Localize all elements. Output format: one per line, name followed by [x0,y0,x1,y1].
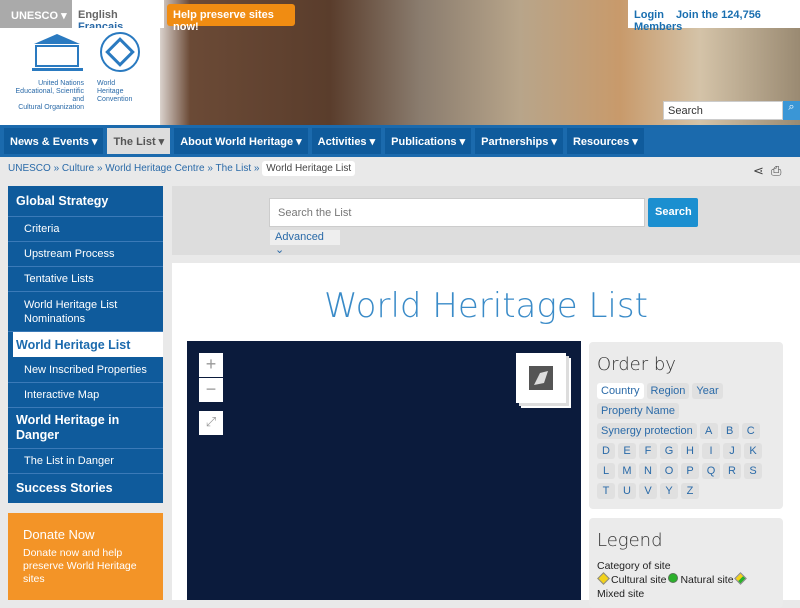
order-by-letter[interactable]: Q [702,463,720,479]
nav-news-events[interactable]: News & Events ▾ [4,128,104,154]
nav-resources[interactable]: Resources ▾ [566,128,644,154]
nav-publications[interactable]: Publications ▾ [385,128,472,154]
legend-mixed: Mixed site [597,588,645,600]
share-icon[interactable]: ⋖ [753,163,764,179]
order-by-letter[interactable]: E [618,443,636,459]
layers-icon [529,366,553,390]
whc-name: World Heritage Convention [97,80,133,103]
search-icon[interactable]: ⌕ [783,101,800,120]
sidebar-item-upstream[interactable]: Upstream Process [8,242,163,267]
order-by-option[interactable]: Synergy protection [597,423,697,439]
header-search-input[interactable]: Search [663,101,783,120]
legend-category: Category of site [597,560,671,572]
order-by-letter[interactable]: O [660,463,678,479]
order-by-letter[interactable]: C [741,423,760,439]
sidebar-item-interactive-map[interactable]: Interactive Map [8,383,163,408]
order-by-letter[interactable]: T [597,483,615,499]
order-by-letter[interactable]: N [639,463,657,479]
list-search-button[interactable]: Search [648,198,698,227]
sidebar-item-tentative[interactable]: Tentative Lists [8,267,163,292]
order-by-letter[interactable]: Y [660,483,678,499]
order-by-letter[interactable]: I [702,443,720,459]
sidebar-item-success-stories[interactable]: Success Stories [8,474,163,502]
donate-title[interactable]: Donate Now [23,527,148,542]
nav-the-list[interactable]: The List ▾ [107,128,171,154]
list-search-input[interactable]: Search the List [269,198,645,227]
nav-partnerships[interactable]: Partnerships ▾ [475,128,563,154]
user-links: Login Join the 124,756 Members [628,0,800,33]
order-by-panel: Order by Country Region Year Property Name S… [589,342,783,509]
unesco-temple-icon [32,34,83,71]
order-by-letter[interactable]: A [699,423,718,439]
legend-items: Cultural site Natural site Mixed site [597,572,775,601]
legend-cultural: Cultural site [611,574,667,586]
order-by-letter[interactable]: H [681,443,699,459]
order-by-letter[interactable]: U [618,483,636,499]
order-by-letter[interactable]: S [744,463,762,479]
fullscreen-button[interactable]: ⤢ [199,411,223,435]
donate-box[interactable]: Donate Now Donate now and help preserve … [8,513,163,600]
order-by-title: Order by [597,354,676,375]
order-by-option[interactable]: Region [646,383,690,399]
breadcrumb-link[interactable]: World Heritage Centre [105,163,204,174]
sidebar: Global Strategy Criteria Upstream Proces… [8,186,163,503]
order-by-option[interactable]: Property Name [597,403,679,419]
order-by-letter[interactable]: K [744,443,762,459]
order-by-option[interactable]: Country [597,383,644,399]
natural-site-icon [668,573,679,583]
order-by-letter[interactable]: B [720,423,739,439]
language-switch: English Français [72,0,164,33]
order-by-letter[interactable]: M [618,463,636,479]
cultural-site-icon [597,572,610,585]
sidebar-item-in-danger[interactable]: World Heritage in Danger [8,408,163,449]
zoom-in-button[interactable]: + [199,353,223,377]
breadcrumb-link[interactable]: UNESCO [8,163,51,174]
advanced-search-toggle[interactable]: Advanced ⌄ [270,230,340,256]
unesco-name: United Nations Educational, Scientific a… [15,80,84,111]
order-by-letter[interactable]: G [660,443,678,459]
legend-title: Legend [597,530,663,551]
order-by-letter[interactable]: P [681,463,699,479]
zoom-out-button[interactable]: − [199,378,223,402]
print-icon[interactable]: ⎙ [771,163,781,179]
order-by-letter[interactable]: Z [681,483,699,499]
order-by-letter[interactable]: R [723,463,741,479]
breadcrumb-link[interactable]: Culture [62,163,94,174]
breadcrumb-current: World Heritage List [262,161,356,176]
breadcrumb: UNESCO » Culture » World Heritage Centre… [8,161,356,176]
sidebar-item-global-strategy[interactable]: Global Strategy [8,186,163,217]
unesco-menu[interactable]: UNESCO ▾ [0,0,72,28]
sidebar-item-list-in-danger[interactable]: The List in Danger [8,449,163,474]
sidebar-item-criteria[interactable]: Criteria [8,217,163,242]
unesco-logo[interactable]: United Nations Educational, Scientific a… [0,28,160,125]
breadcrumb-link[interactable]: The List [216,163,252,174]
nav-about[interactable]: About World Heritage ▾ [174,128,308,154]
sidebar-item-nominations[interactable]: World Heritage List Nominations [8,292,163,332]
legend-natural: Natural site [680,574,734,586]
order-by-letter[interactable]: J [723,443,741,459]
login-link[interactable]: Login [634,9,664,21]
mixed-site-icon [733,572,747,585]
sidebar-item-new-inscribed[interactable]: New Inscribed Properties [8,357,163,383]
interactive-map[interactable]: + − ⤢ [187,341,581,600]
page-title: World Heritage List [324,286,648,326]
order-by-letter[interactable]: D [597,443,615,459]
sidebar-item-world-heritage-list[interactable]: World Heritage List [13,332,163,357]
order-by-letter[interactable]: F [639,443,657,459]
order-by-option[interactable]: Year [692,383,723,399]
nav-activities[interactable]: Activities ▾ [311,128,382,154]
whc-emblem-icon [100,32,140,72]
lang-english[interactable]: English [78,9,118,21]
donate-text: Donate now and help preserve World Herit… [23,547,137,585]
layers-button[interactable] [516,353,566,403]
legend-panel: Legend Category of site Cultural site Nat… [589,518,783,608]
order-by-letter[interactable]: L [597,463,615,479]
help-preserve-button[interactable]: Help preserve sites now! [167,4,295,33]
order-by-letter[interactable]: V [639,483,657,499]
main-nav: News & Events ▾ The List ▾ About World H… [0,125,800,157]
order-by-options: Country Region Year Property Name Synergy pr… [597,383,775,499]
